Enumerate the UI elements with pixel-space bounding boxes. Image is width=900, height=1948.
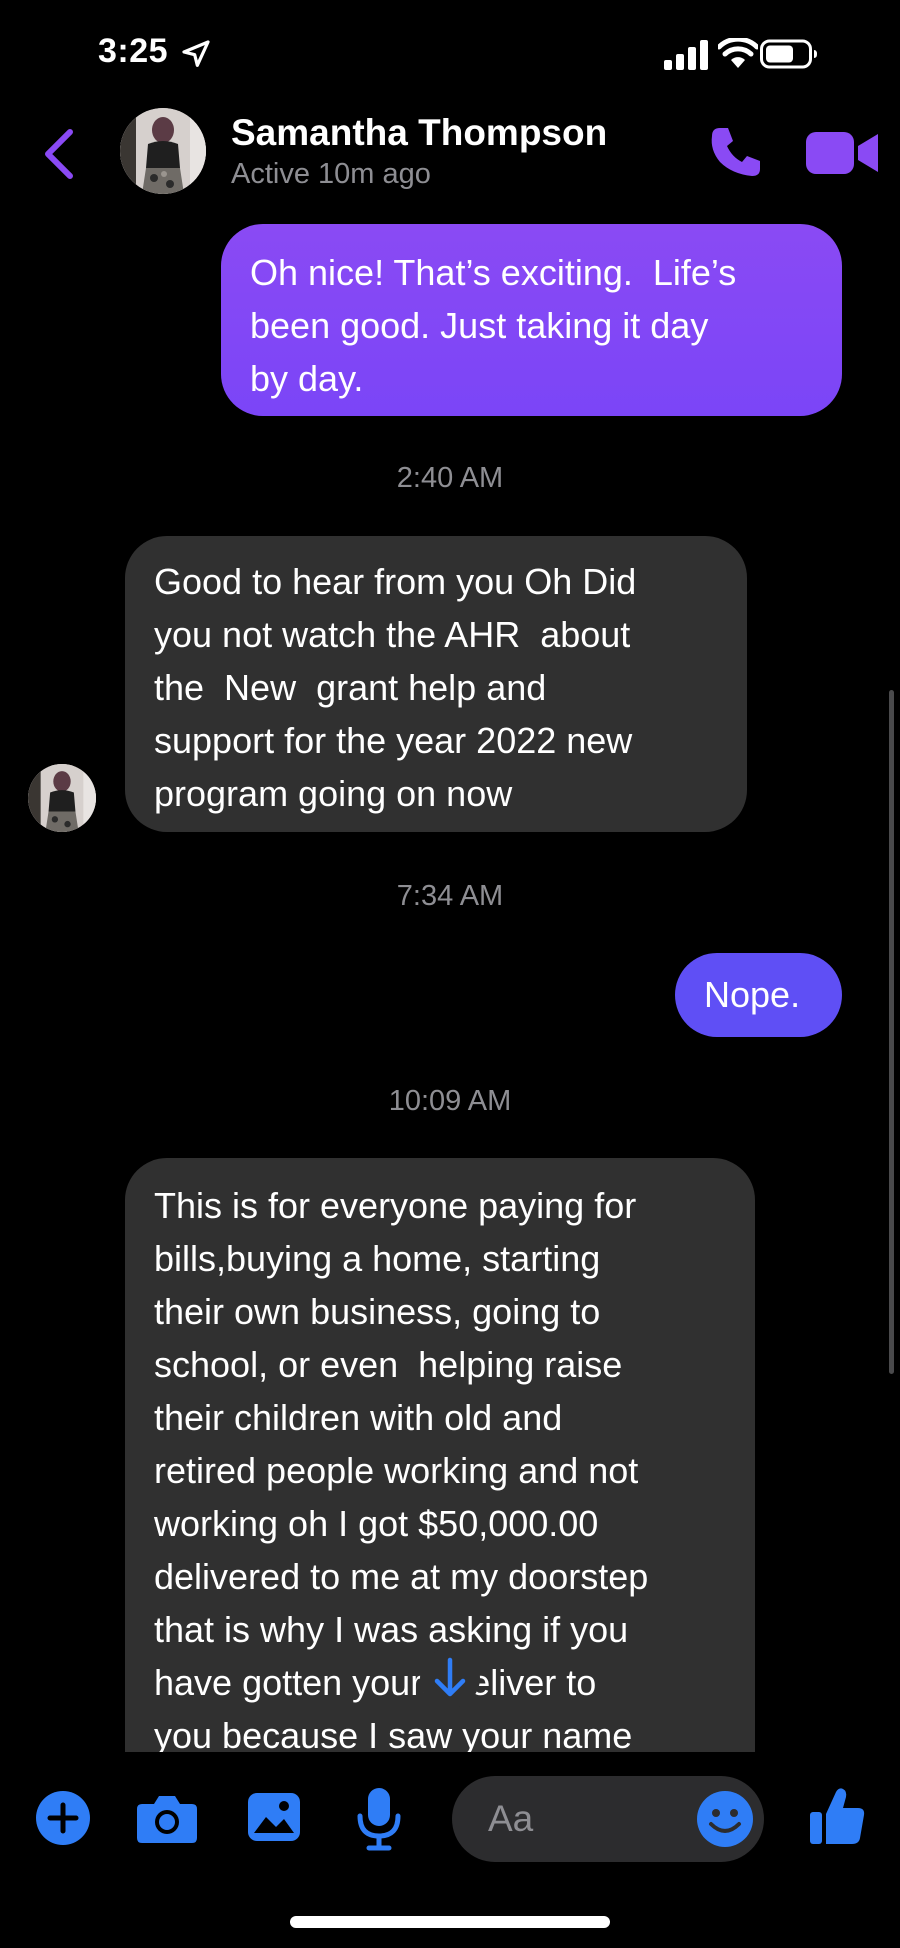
video-camera-icon[interactable] [806,128,880,178]
plus-icon[interactable] [35,1790,91,1846]
thumbs-up-icon[interactable] [808,1786,866,1846]
message-timestamp: 7:34 AM [396,880,504,912]
status-time: 3:25 [98,32,169,70]
image-gallery-icon[interactable] [246,1789,302,1845]
outgoing-message[interactable]: Nope. [675,953,842,1037]
emoji-icon[interactable] [696,1790,754,1848]
sender-avatar[interactable] [28,764,96,832]
chat-header: Samantha Thompson Active 10m ago [0,100,900,210]
home-indicator[interactable] [290,1916,610,1928]
status-bar: 3:25 [0,0,900,100]
scroll-indicator[interactable] [889,690,894,1374]
location-arrow-icon [182,40,210,67]
message-input[interactable] [488,1776,688,1862]
sender-avatar-image [28,764,96,832]
microphone-icon[interactable] [357,1786,401,1852]
message-timestamp: 2:40 AM [396,462,504,494]
outgoing-message[interactable]: Oh nice! That’s exciting. Life’s been go… [221,224,842,416]
contact-avatar-image [120,108,206,194]
back-chevron-icon[interactable] [40,126,80,182]
message-input-field[interactable] [452,1776,764,1862]
battery-icon [760,39,817,69]
phone-icon[interactable] [706,122,766,182]
message-timestamp: 10:09 AM [388,1085,512,1117]
contact-name[interactable]: Samantha Thompson [231,112,607,154]
camera-icon[interactable] [136,1790,198,1846]
arrow-down-icon[interactable] [420,1648,480,1708]
wifi-icon [718,38,758,68]
active-status: Active 10m ago [231,158,431,190]
contact-avatar[interactable] [120,108,206,194]
cellular-signal-icon [664,40,708,70]
incoming-message[interactable]: Good to hear from you Oh Did you not wat… [125,536,747,832]
